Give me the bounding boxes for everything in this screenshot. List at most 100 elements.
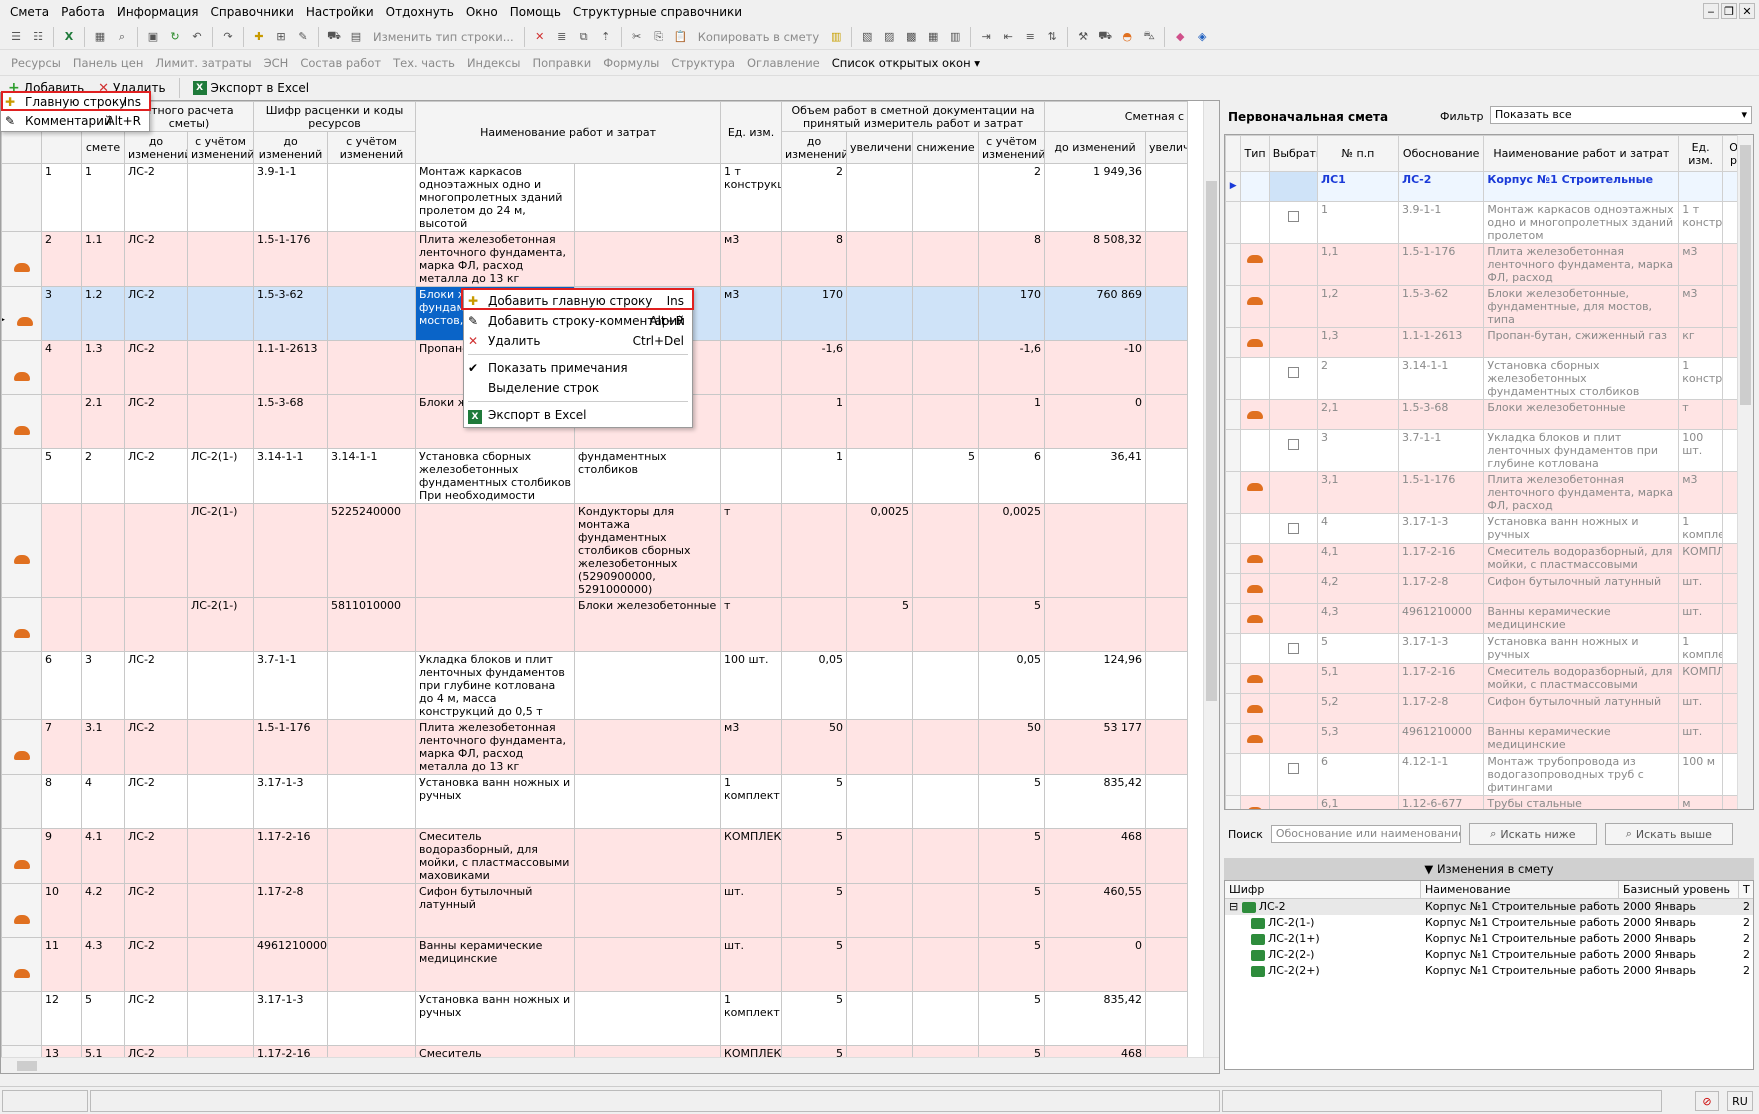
row-ls[interactable]: ЛС-2	[124, 774, 188, 829]
row-ls[interactable]: ЛС-2	[124, 828, 188, 884]
changes-tree-item[interactable]: ЛС-2(2+) Корпус №1 Строительные работы(2+…	[1225, 963, 1753, 979]
estimate-row[interactable]: 3 3.7-1-1 Укладка блоков и плит ленточных …	[1225, 429, 1745, 472]
estimate-row[interactable]: 5,2 1.17-2-8 Сифон бутылочный латунный шт.	[1225, 693, 1745, 724]
horizontal-scrollbar[interactable]	[1, 1057, 1219, 1073]
pr-icon[interactable]: ▩	[901, 27, 921, 47]
row-name[interactable]: Установка ванн ножных и ручных	[415, 991, 576, 1046]
limit-costs-button[interactable]: Лимит. затраты	[150, 56, 256, 70]
row-basis[interactable]: 3.17-1-3	[1397, 513, 1485, 544]
excel-icon[interactable]: X	[59, 27, 79, 47]
row-np[interactable]: 3,1	[1316, 471, 1399, 514]
estimate-row[interactable]: 6,11.12-6-677Трубы стальные водогазопров…	[1225, 795, 1745, 809]
row-ls-changed[interactable]	[186, 163, 255, 232]
row-unit[interactable]: КОМПЛ	[1678, 543, 1724, 574]
row-name-changed[interactable]	[574, 937, 722, 992]
table-icon[interactable]: ▤	[346, 27, 366, 47]
row-code-changed[interactable]	[327, 394, 417, 449]
row-indicator[interactable]	[1, 883, 42, 938]
header-cost-before[interactable]: до изменений	[1044, 131, 1147, 164]
row-code-changed[interactable]	[327, 340, 417, 395]
list-icon[interactable]: ▦	[923, 27, 943, 47]
estimate-row[interactable]: 1,2 1.5-3-62 Блоки железобетонные, фундаме…	[1225, 285, 1745, 328]
row-cost[interactable]: 468	[1044, 828, 1147, 884]
row-position[interactable]: 4	[81, 774, 125, 829]
row-choose[interactable]	[1268, 795, 1318, 809]
row-choose[interactable]	[1268, 723, 1318, 754]
row-volume-changed[interactable]: 2	[978, 163, 1046, 232]
row-name[interactable]: Ванны керамические медицинские	[1483, 603, 1680, 634]
row-volume[interactable]: 5	[781, 937, 848, 992]
row-name[interactable]: Сифон бутылочный латунный	[415, 883, 576, 938]
row-cost[interactable]: 53 177	[1044, 719, 1147, 775]
row-indicator[interactable]	[1, 937, 42, 992]
row-volume[interactable]: 5	[781, 883, 848, 938]
row-choose[interactable]	[1268, 471, 1318, 514]
row-cost[interactable]	[1044, 503, 1147, 598]
row-decrease[interactable]	[912, 883, 980, 938]
row-np[interactable]: 5	[1316, 633, 1399, 664]
row-ls[interactable]: ЛС-2	[124, 163, 188, 232]
estimate-row[interactable]: 2 3.14-1-1 Установка сборных железобетонны…	[1225, 357, 1745, 400]
row-basis[interactable]: 4.12-1-1	[1397, 753, 1485, 796]
header-code[interactable]: Шифр расценки и коды ресурсов	[253, 101, 417, 132]
move-up-icon[interactable]: ⇡	[596, 27, 616, 47]
row-choose[interactable]	[1268, 171, 1318, 202]
row-volume[interactable]: 5	[781, 828, 848, 884]
menu-struct-refs[interactable]: Структурные справочники	[567, 0, 748, 24]
insert-row-icon[interactable]: ☰	[6, 27, 26, 47]
row-indicator[interactable]	[1, 651, 42, 720]
row-position[interactable]: 1	[81, 163, 125, 232]
row-volume[interactable]: 5	[781, 774, 848, 829]
row-indicator[interactable]	[1, 394, 42, 449]
row-ls-changed[interactable]	[186, 937, 255, 992]
row-name-changed[interactable]: Блоки железобетонные	[574, 597, 722, 652]
tree-collapse-icon[interactable]: ⊟	[1229, 900, 1242, 913]
context-delete[interactable]: ✕ Удалить Ctrl+Del	[464, 331, 692, 351]
row-number[interactable]: 2	[41, 231, 82, 287]
clipboard-icon[interactable]: ▥	[826, 27, 846, 47]
row-cost[interactable]: 0	[1044, 394, 1147, 449]
row-basis[interactable]: 3.9-1-1	[1397, 201, 1485, 244]
row-volume-changed[interactable]: 0,05	[978, 651, 1046, 720]
row-indicator[interactable]	[1, 991, 42, 1046]
row-unit[interactable]: 100 шт.	[1678, 429, 1724, 472]
row-name-changed[interactable]	[574, 231, 722, 287]
sort-icon[interactable]: ⇅	[1042, 27, 1062, 47]
copy-icon[interactable]: ⎘	[649, 27, 669, 47]
header-name[interactable]: Наименование работ и затрат	[415, 101, 722, 164]
row-name[interactable]: Плита железобетонная ленточного фундамен…	[1483, 471, 1680, 514]
row-cost-extra[interactable]	[1145, 774, 1189, 829]
estimate-row[interactable]: 5 3.17-1-3 Установка ванн ножных и ручных 1…	[1225, 633, 1745, 664]
row-volume[interactable]	[781, 597, 848, 652]
row-cost[interactable]: 460,55	[1044, 883, 1147, 938]
row-ls-changed[interactable]	[186, 774, 255, 829]
row-cost-extra[interactable]	[1145, 394, 1189, 449]
row-position[interactable]: 5	[81, 991, 125, 1046]
row-cost-extra[interactable]	[1145, 163, 1189, 232]
row-choose[interactable]	[1268, 633, 1318, 664]
row-cost[interactable]: -10	[1044, 340, 1147, 395]
row-increase[interactable]	[846, 231, 914, 287]
row-choose[interactable]	[1268, 201, 1318, 244]
row-choose[interactable]	[1268, 243, 1318, 286]
table-row[interactable]: 9 4.1 ЛС-2 1.17-2-16 Смеситель водоразборный…	[1, 828, 1189, 884]
row-np[interactable]: 4,1	[1316, 543, 1399, 574]
row-name[interactable]: Установка ванн ножных и ручных	[415, 774, 576, 829]
row-decrease[interactable]: 5	[912, 448, 980, 504]
row-decrease[interactable]	[912, 651, 980, 720]
header-before[interactable]: до изменений	[124, 131, 188, 164]
menu-work[interactable]: Работа	[55, 0, 111, 24]
row-np[interactable]: 1,1	[1316, 243, 1399, 286]
row-choose[interactable]	[1268, 693, 1318, 724]
row-np[interactable]: 4,2	[1316, 573, 1399, 604]
row-np[interactable]: 1,2	[1316, 285, 1399, 328]
context-add-comment[interactable]: ✎ Добавить строку-комментарий Alt+R	[464, 311, 692, 331]
header-increase[interactable]: увеличение	[846, 131, 914, 164]
row-number[interactable]: 10	[41, 883, 82, 938]
menu-help[interactable]: Помощь	[504, 0, 567, 24]
row-increase[interactable]	[846, 937, 914, 992]
row-code-changed[interactable]	[327, 719, 417, 775]
header-cost[interactable]: Сметная с	[1044, 101, 1189, 132]
row-increase[interactable]	[846, 719, 914, 775]
row-basis[interactable]: 1.17-2-8	[1397, 573, 1485, 604]
